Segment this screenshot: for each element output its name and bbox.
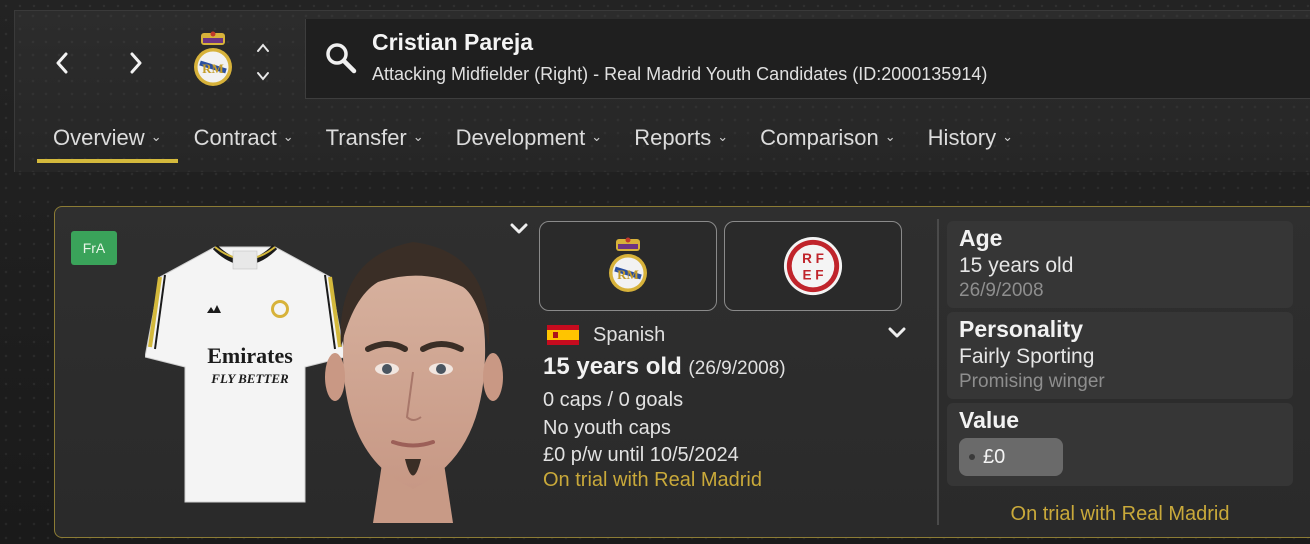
personality-box: Personality Fairly Sporting Promising wi… (947, 312, 1293, 399)
value-amount: £0 (983, 445, 1006, 468)
tab-label: Development (455, 125, 586, 150)
age-dob: 26/9/2008 (959, 280, 1044, 301)
side-trial-status[interactable]: On trial with Real Madrid (947, 503, 1293, 526)
chevron-down-icon[interactable] (887, 325, 907, 339)
tab-label: Comparison (760, 125, 879, 150)
player-title-box: Cristian Pareja Attacking Midfielder (Ri… (305, 19, 1310, 99)
nationality-row[interactable]: Spanish (547, 321, 907, 349)
rfef-logo-line1: R F (802, 251, 824, 266)
shirt-sponsor-line2: FLY BETTER (210, 371, 289, 386)
chevron-down-icon: ⌄ (150, 129, 162, 144)
search-icon[interactable] (324, 41, 358, 75)
player-overview-card: FrA Emirates FLY BETTER RM R F E F Spani… (54, 206, 1310, 538)
value-box: Value £0 (947, 403, 1293, 486)
personality-value: Fairly Sporting (959, 345, 1095, 368)
player-name: Cristian Pareja (372, 29, 534, 55)
tab-contract[interactable]: Contract ⌄ (178, 115, 310, 161)
chevron-down-icon: ⌄ (717, 129, 729, 144)
nationality-label: Spanish (593, 323, 666, 346)
age-text: 15 years old (543, 353, 682, 380)
age-line: 15 years old (26/9/2008) (543, 353, 786, 381)
age-box: Age 15 years old 26/9/2008 (947, 221, 1293, 308)
price-tag-icon (969, 454, 975, 460)
player-header: RM Cristian Pareja Attacking Midfielder … (14, 10, 1310, 172)
tab-label: Reports (634, 125, 712, 150)
divider (937, 219, 939, 525)
tab-overview[interactable]: Overview ⌄ (37, 115, 178, 163)
club-crest-button[interactable]: RM (539, 221, 717, 311)
tab-bar: Overview ⌄ Contract ⌄ Transfer ⌄ Developmen… (37, 115, 1029, 163)
player-subtitle: Attacking Midfielder (Right) - Real Madr… (372, 64, 988, 84)
chevron-down-icon: ⌄ (591, 129, 603, 144)
tab-development[interactable]: Development ⌄ (440, 115, 619, 161)
age-value: 15 years old (959, 254, 1074, 277)
rfef-logo-line2: E F (802, 268, 823, 283)
chevron-down-icon[interactable] (509, 221, 529, 235)
tab-comparison[interactable]: Comparison ⌄ (744, 115, 912, 161)
personality-title: Personality (959, 316, 1083, 342)
chevron-down-icon: ⌄ (282, 129, 294, 144)
side-info-panel: Age 15 years old 26/9/2008 Personality F… (947, 221, 1293, 490)
chevron-up-icon[interactable] (256, 41, 270, 53)
chevron-down-icon[interactable] (256, 69, 270, 81)
value-title: Value (959, 407, 1020, 433)
player-face-image (325, 242, 503, 523)
caps-text: 0 caps / 0 goals (543, 389, 684, 411)
value-tag[interactable]: £0 (959, 438, 1063, 476)
spain-flag-icon (547, 325, 579, 345)
dob-text: (26/9/2008) (688, 358, 786, 379)
svg-text:RM: RM (202, 61, 224, 76)
national-federation-button[interactable]: R F E F (724, 221, 902, 311)
tab-label: Overview (53, 125, 145, 150)
svg-text:RM: RM (617, 267, 639, 282)
chevron-down-icon: ⌄ (884, 129, 896, 144)
role-badge[interactable]: FrA (71, 231, 117, 265)
age-title: Age (959, 225, 1003, 251)
chevron-right-icon[interactable] (121, 43, 151, 83)
tab-label: Transfer (325, 125, 407, 150)
player-list-updown[interactable] (253, 41, 273, 81)
trial-status-link[interactable]: On trial with Real Madrid (543, 469, 762, 492)
real-madrid-crest-icon[interactable]: RM (191, 31, 235, 89)
rfef-logo-icon: R F E F (783, 236, 843, 296)
personality-sub: Promising winger (959, 371, 1105, 392)
wage-text: £0 p/w until 10/5/2024 (543, 444, 739, 466)
real-madrid-crest-icon: RM (609, 237, 647, 292)
tab-label: Contract (193, 125, 277, 150)
chevron-down-icon: ⌄ (1002, 129, 1014, 144)
tab-reports[interactable]: Reports ⌄ (618, 115, 744, 161)
chevron-down-icon: ⌄ (412, 129, 424, 144)
shirt-sponsor-line1: Emirates (207, 343, 293, 368)
tab-transfer[interactable]: Transfer ⌄ (310, 115, 440, 161)
chevron-left-icon[interactable] (47, 43, 77, 83)
youth-caps-text: No youth caps (543, 417, 671, 439)
tab-label: History (927, 125, 997, 150)
tab-history[interactable]: History ⌄ (912, 115, 1029, 161)
